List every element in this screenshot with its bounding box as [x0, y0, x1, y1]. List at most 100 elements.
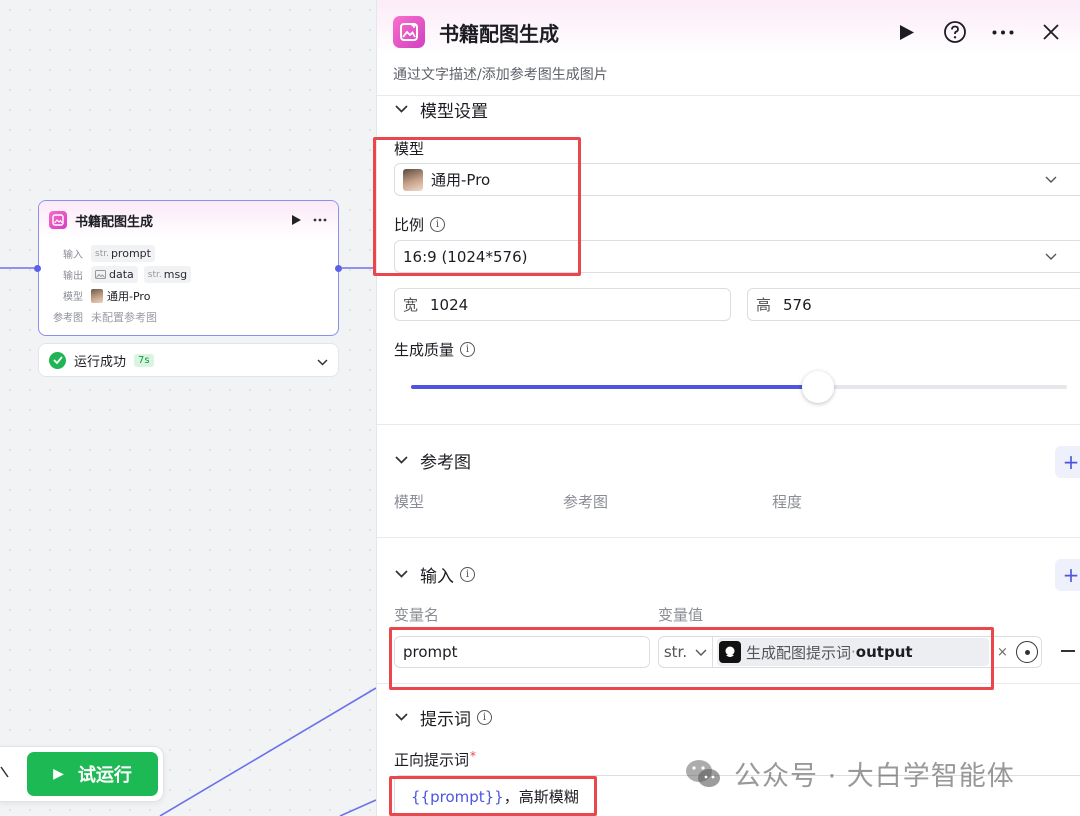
node-ghost-icon — [719, 641, 741, 663]
node-model-row: 模型 通用-Pro — [39, 285, 338, 306]
reference-header[interactable]: 参考图 — [377, 449, 1080, 473]
ratio-select[interactable]: 16:9 (1024*576) — [394, 240, 1080, 273]
panel-title: 书籍配图生成 — [439, 21, 559, 46]
height-value: 576 — [783, 295, 812, 314]
ref-node-name: 生成配图提示词 — [746, 643, 852, 662]
reference-chip[interactable]: 生成配图提示词 · output — [717, 638, 989, 666]
ref-col-image: 参考图 — [563, 493, 609, 511]
positive-prompt-label: 正向提示词 — [394, 751, 470, 769]
test-run-label: 试运行 — [77, 765, 132, 786]
variable-name-value: prompt — [403, 643, 458, 661]
watermark-text: 公众号 · 大白学智能体 — [734, 761, 1015, 792]
quality-slider-thumb[interactable] — [801, 371, 834, 403]
workflow-node-card[interactable]: 书籍配图生成 输入 str. prompt 输出 data str. msg 模… — [38, 200, 339, 336]
duration-badge: 7s — [134, 353, 154, 367]
close-icon[interactable] — [1038, 19, 1064, 45]
workflow-canvas[interactable]: 书籍配图生成 输入 str. prompt 输出 data str. msg 模… — [0, 0, 376, 816]
remove-row-icon[interactable] — [1061, 650, 1075, 652]
panel-header: 书籍配图生成 通过文字描述/添加参考图生成图片 — [377, 0, 1080, 95]
more-icon[interactable] — [990, 19, 1016, 45]
prompt-text: ，高斯模糊 — [503, 788, 579, 806]
chevron-down-icon[interactable] — [395, 456, 408, 464]
chevron-down-icon[interactable] — [317, 351, 328, 370]
info-icon[interactable]: i — [460, 566, 475, 582]
output-tag-type: str. — [147, 269, 162, 280]
type-select-value: str. — [663, 643, 688, 661]
quality-slider[interactable] — [411, 371, 1067, 403]
node-run-icon[interactable] — [288, 212, 304, 228]
model-settings-header[interactable]: 模型设置 — [377, 98, 1080, 122]
help-icon[interactable] — [942, 19, 968, 45]
info-icon[interactable]: i — [460, 342, 476, 357]
output-tag-name: msg — [163, 268, 188, 281]
type-select[interactable]: str. — [659, 637, 713, 667]
node-header: 书籍配图生成 — [39, 201, 338, 239]
variable-value-field[interactable]: str. 生成配图提示词 · output × — [658, 636, 1042, 668]
clear-icon[interactable]: × — [997, 645, 1008, 660]
input-tag: str. prompt — [91, 245, 155, 262]
positive-prompt-label-row: 正向提示词 * — [394, 749, 476, 770]
ratio-select-value: 16:9 (1024*576) — [403, 247, 528, 266]
ratio-label-row: 比例 i — [394, 214, 446, 235]
model-avatar — [91, 288, 103, 303]
height-field[interactable]: 高 576 — [747, 288, 1080, 321]
reference-title: 参考图 — [420, 452, 471, 473]
inputs-section: 输入 i + 变量名 变量值 prompt str. 生成配图提示词 · out… — [377, 537, 1080, 684]
prompt-variable: {{prompt}} — [411, 788, 504, 806]
chevron-down-icon[interactable] — [395, 713, 408, 721]
node-config-panel: 书籍配图生成 通过文字描述/添加参考图生成图片 模型设置 模型 通用-Pro 比… — [376, 0, 1080, 816]
add-reference-button[interactable]: + — [1055, 446, 1080, 478]
add-input-button[interactable]: + — [1055, 559, 1080, 591]
node-model-key: 模型 — [63, 292, 83, 303]
node-output-port[interactable] — [335, 265, 342, 272]
node-ref-key: 参考图 — [53, 313, 83, 324]
node-output-key: 输出 — [63, 271, 83, 282]
test-run-button[interactable]: ▶ 试运行 — [27, 752, 158, 796]
variable-picker-icon[interactable] — [1016, 641, 1038, 663]
inputs-title: 输入 — [420, 566, 454, 587]
inputs-col-name: 变量名 — [394, 606, 440, 624]
reference-section: 参考图 + 模型 参考图 程度 — [377, 424, 1080, 538]
model-avatar — [403, 168, 423, 191]
run-node-button[interactable] — [894, 19, 920, 45]
node-model-value: 通用-Pro — [107, 289, 151, 303]
input-tag-type: str. — [95, 248, 109, 259]
node-more-icon[interactable] — [312, 212, 328, 228]
inputs-col-value: 变量值 — [658, 606, 704, 624]
node-input-port[interactable] — [34, 265, 41, 272]
quality-slider-fill — [411, 385, 818, 389]
prompt-header[interactable]: 提示词 i — [377, 706, 1080, 730]
run-status-text: 运行成功 — [74, 354, 127, 370]
quality-label-row: 生成质量 i — [394, 339, 476, 360]
chevron-down-icon[interactable] — [395, 570, 408, 578]
prompt-title: 提示词 — [420, 709, 471, 730]
node-input-row: 输入 str. prompt — [39, 243, 338, 264]
info-icon[interactable]: i — [477, 709, 492, 725]
success-check-icon — [49, 351, 66, 369]
canvas-toolbar: ▶ 试运行 — [0, 746, 164, 802]
output-tag-msg: str. msg — [143, 266, 192, 283]
play-icon: ▶ — [53, 766, 64, 782]
panel-description: 通过文字描述/添加参考图生成图片 — [393, 67, 608, 83]
model-select[interactable]: 通用-Pro — [394, 163, 1080, 196]
chevron-down-icon — [695, 649, 707, 656]
ref-field-name: output — [855, 643, 913, 661]
prompt-section: 提示词 i 正向提示词 * {{prompt}}，高斯模糊 — [377, 683, 1080, 816]
height-prefix: 高 — [756, 296, 772, 314]
node-output-row: 输出 data str. msg — [39, 264, 338, 285]
ref-col-strength: 程度 — [772, 493, 803, 511]
required-mark: * — [470, 749, 477, 763]
width-prefix: 宽 — [403, 296, 419, 314]
inputs-header[interactable]: 输入 i — [377, 563, 1080, 587]
variable-name-input[interactable]: prompt — [394, 636, 650, 668]
wrench-icon[interactable] — [0, 765, 13, 783]
quality-label: 生成质量 — [394, 341, 455, 359]
width-field[interactable]: 宽 1024 — [394, 288, 731, 321]
info-icon[interactable]: i — [430, 217, 446, 232]
ref-col-model: 模型 — [394, 493, 425, 511]
chevron-down-icon[interactable] — [395, 105, 408, 113]
output-tag-data: data — [91, 266, 138, 283]
model-label: 模型 — [394, 140, 425, 158]
wechat-icon — [686, 759, 720, 787]
run-status-bar[interactable]: 运行成功 7s — [38, 343, 339, 377]
